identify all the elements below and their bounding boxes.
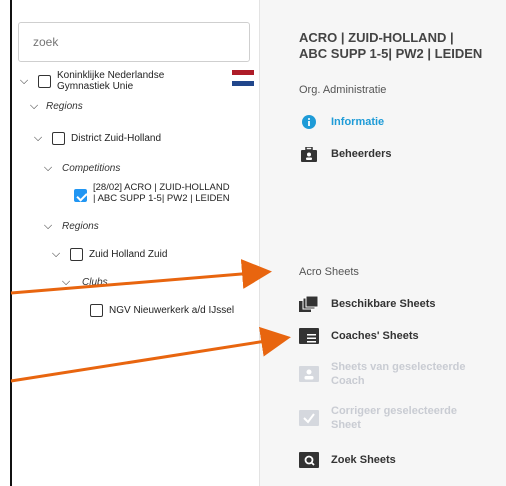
tree-item-zuid-holland-zuid[interactable]: ⌵ Zuid Holland Zuid — [50, 248, 167, 261]
menu-item-informatie[interactable]: Informatie — [299, 114, 384, 130]
search-input[interactable] — [18, 22, 250, 62]
menu-item-label: Coaches' Sheets — [331, 330, 419, 342]
tree-group-label: Clubs — [82, 277, 108, 288]
menu-item-label: Beschikbare Sheets — [331, 298, 436, 310]
app-frame: ⌵ Koninklijke Nederlandse Gymnastiek Uni… — [0, 0, 506, 486]
checkbox[interactable] — [90, 304, 103, 317]
tree-item-knvb[interactable]: ⌵ Koninklijke Nederlandse Gymnastiek Uni… — [18, 70, 164, 92]
menu-label-line1: Sheets van geselecteerde — [331, 361, 466, 373]
tree-item-club[interactable]: NGV Nieuwerkerk a/d IJssel — [82, 304, 234, 317]
section-title-acro: Acro Sheets — [299, 266, 359, 278]
tree-group-regions-2[interactable]: ⌵ Regions — [42, 220, 99, 233]
tree-group-competitions[interactable]: ⌵ Competitions — [42, 162, 121, 175]
tree-item-label: Koninklijke Nederlandse Gymnastiek Unie — [57, 70, 164, 92]
menu-item-label: Informatie — [331, 116, 385, 128]
chevron-down-icon[interactable]: ⌵ — [42, 220, 54, 233]
menu-item-zoek-sheets[interactable]: Zoek Sheets — [299, 452, 396, 468]
info-circle-icon — [299, 114, 319, 130]
checkbox[interactable] — [38, 74, 51, 88]
title-line1: ACRO | ZUID-HOLLAND | — [299, 30, 454, 45]
menu-label-line2: Coach — [331, 375, 365, 387]
tree-label-line2: | ABC SUPP 1-5| PW2 | LEIDEN — [93, 193, 230, 204]
sheet-list-icon — [299, 328, 319, 344]
menu-item-coaches[interactable]: Coaches' Sheets — [299, 328, 419, 344]
tree-group-regions[interactable]: ⌵ Regions — [28, 100, 83, 113]
checkbox[interactable] — [70, 248, 83, 261]
menu-item-label: Beheerders — [331, 148, 392, 160]
checkbox-checked[interactable] — [74, 189, 87, 202]
menu-item-corrigeer[interactable]: Corrigeer geselecteerde Sheet — [299, 404, 457, 432]
menu-label-line2: Sheet — [331, 419, 361, 431]
tree-group-label: Regions — [46, 101, 83, 112]
tree-group-clubs[interactable]: ⌵ Clubs — [60, 276, 108, 289]
tree-label-line1: Koninklijke Nederlandse — [57, 70, 165, 81]
tree-label-line2: Gymnastiek Unie — [57, 81, 134, 92]
tree-group-label: Competitions — [62, 163, 121, 174]
sheet-search-icon — [299, 452, 319, 468]
chevron-down-icon[interactable]: ⌵ — [60, 276, 72, 289]
tree-item-label: Zuid Holland Zuid — [89, 249, 168, 260]
menu-item-label: Zoek Sheets — [331, 454, 396, 466]
menu-item-label: Sheets van geselecteerde Coach — [331, 360, 466, 388]
menu-item-beheerders[interactable]: Beheerders — [299, 146, 392, 162]
sheet-check-icon — [299, 410, 319, 426]
chevron-down-icon[interactable]: ⌵ — [32, 132, 44, 145]
sheet-user-icon — [299, 366, 319, 382]
netherlands-flag-icon — [232, 70, 254, 86]
tree-group-label: Regions — [62, 221, 99, 232]
tree-item-competition[interactable]: [28/02] ACRO | ZUID-HOLLAND | ABC SUPP 1… — [66, 182, 230, 204]
tree-item-label: NGV Nieuwerkerk a/d IJssel — [109, 305, 235, 316]
checkbox[interactable] — [52, 132, 65, 145]
menu-label-line1: Corrigeer geselecteerde — [331, 405, 457, 417]
chevron-down-icon[interactable]: ⌵ — [28, 100, 40, 113]
menu-item-label: Corrigeer geselecteerde Sheet — [331, 404, 457, 432]
tree-label-line1: [28/02] ACRO | ZUID-HOLLAND — [93, 182, 230, 193]
title-line2: ABC SUPP 1-5| PW2 | LEIDEN — [299, 46, 483, 61]
menu-item-beschikbare[interactable]: Beschikbare Sheets — [299, 296, 436, 312]
chevron-down-icon[interactable]: ⌵ — [42, 162, 54, 175]
tree-item-label: [28/02] ACRO | ZUID-HOLLAND | ABC SUPP 1… — [93, 182, 230, 204]
chevron-down-icon[interactable]: ⌵ — [50, 248, 62, 261]
briefcase-user-icon — [299, 146, 319, 162]
competition-title: ACRO | ZUID-HOLLAND | ABC SUPP 1-5| PW2 … — [299, 30, 504, 62]
tree-item-district[interactable]: ⌵ District Zuid-Holland — [32, 132, 161, 145]
section-title-org: Org. Administratie — [299, 84, 387, 96]
chevron-down-icon[interactable]: ⌵ — [18, 75, 30, 88]
tree-item-label: District Zuid-Holland — [71, 133, 162, 144]
sheet-stack-icon — [299, 296, 319, 312]
menu-item-sheets-van-coach[interactable]: Sheets van geselecteerde Coach — [299, 360, 466, 388]
